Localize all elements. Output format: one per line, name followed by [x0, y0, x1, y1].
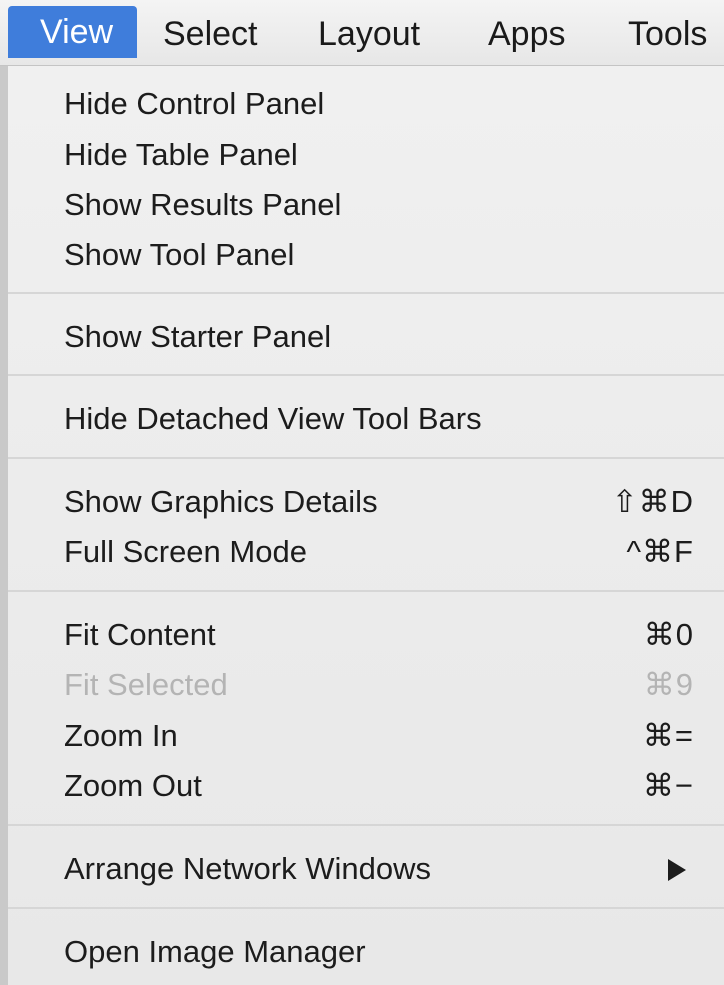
menu-item-label: Hide Control Panel — [64, 86, 325, 121]
menu-separator — [8, 590, 724, 592]
menu-item-arrange-network-windows[interactable]: Arrange Network Windows — [64, 843, 694, 893]
menu-item-label: Show Tool Panel — [64, 237, 295, 272]
menu-item-fit-content[interactable]: Fit Content ⌘0 — [64, 609, 694, 659]
menu-separator — [8, 907, 724, 909]
menu-item-shortcut: ⌘= — [642, 718, 694, 753]
menu-item-label: Hide Detached View Tool Bars — [64, 401, 482, 436]
menu-apps[interactable]: Apps — [488, 8, 566, 60]
menu-item-label: Show Starter Panel — [64, 319, 332, 354]
menu-item-zoom-in[interactable]: Zoom In ⌘= — [64, 710, 694, 760]
menu-item-hide-detached-view-tool-bars[interactable]: Hide Detached View Tool Bars — [64, 393, 694, 443]
menu-select[interactable]: Select — [163, 8, 258, 60]
menu-item-label: Zoom In — [64, 718, 178, 753]
menu-item-label: Show Graphics Details — [64, 484, 378, 519]
menu-view[interactable]: View — [8, 6, 138, 58]
triangle-right-icon — [668, 859, 686, 881]
view-dropdown-menu: Hide Control Panel Hide Table Panel Show… — [8, 66, 724, 985]
menu-item-shortcut: ⌘− — [642, 768, 694, 803]
menu-item-label: Fit Content — [64, 617, 216, 652]
menu-item-show-starter-panel[interactable]: Show Starter Panel — [64, 311, 694, 361]
menu-item-hide-control-panel[interactable]: Hide Control Panel — [64, 78, 694, 128]
menu-item-label: Open Image Manager — [64, 934, 366, 969]
menu-separator — [8, 457, 724, 459]
menu-bar: View Select Layout Apps Tools — [0, 0, 724, 66]
menu-item-shortcut: ⇧⌘D — [611, 484, 694, 519]
menu-item-show-graphics-details[interactable]: Show Graphics Details ⇧⌘D — [64, 476, 694, 526]
menu-item-full-screen-mode[interactable]: Full Screen Mode ^⌘F — [64, 526, 694, 576]
menu-item-label: Full Screen Mode — [64, 534, 307, 569]
menu-separator — [8, 824, 724, 826]
menu-item-show-tool-panel[interactable]: Show Tool Panel — [64, 229, 694, 279]
menu-item-label: Arrange Network Windows — [64, 851, 431, 886]
menu-item-label: Show Results Panel — [64, 187, 342, 222]
menu-item-show-results-panel[interactable]: Show Results Panel — [64, 179, 694, 229]
menu-item-fit-selected: Fit Selected ⌘9 — [64, 659, 694, 709]
menu-layout[interactable]: Layout — [318, 8, 420, 60]
menu-separator — [8, 374, 724, 376]
menu-item-label: Hide Table Panel — [64, 137, 298, 172]
menu-tools[interactable]: Tools — [628, 8, 707, 60]
menu-item-shortcut: ⌘0 — [643, 617, 694, 652]
menu-item-shortcut: ^⌘F — [626, 534, 694, 569]
menu-item-label: Fit Selected — [64, 667, 228, 702]
menu-item-label: Zoom Out — [64, 768, 202, 803]
menu-item-shortcut: ⌘9 — [643, 667, 694, 702]
menu-item-open-image-manager[interactable]: Open Image Manager — [64, 926, 694, 976]
menu-item-zoom-out[interactable]: Zoom Out ⌘− — [64, 760, 694, 810]
menu-item-hide-table-panel[interactable]: Hide Table Panel — [64, 129, 694, 179]
menu-separator — [8, 292, 724, 294]
